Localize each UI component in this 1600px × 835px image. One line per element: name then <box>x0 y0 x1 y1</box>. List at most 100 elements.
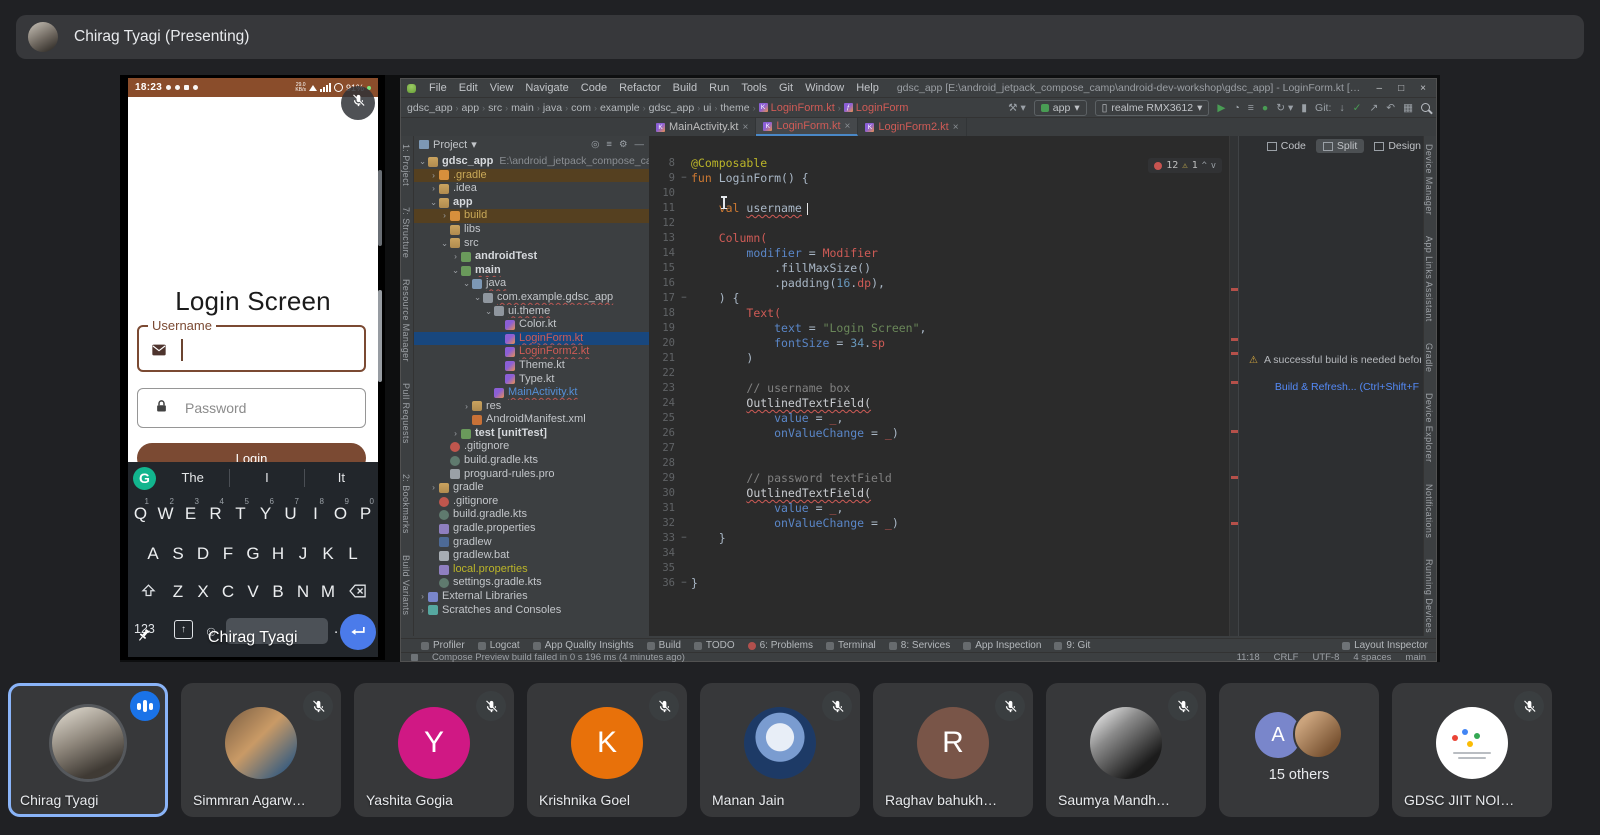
view-mode-button[interactable]: Design <box>1367 139 1428 153</box>
project-tree-item[interactable]: › test [unitTest] <box>414 427 649 441</box>
code-line[interactable]: 14 modifier = Modifier <box>649 246 1229 261</box>
view-mode-button[interactable]: Code <box>1260 139 1313 153</box>
tree-chevron-icon[interactable]: › <box>429 182 438 196</box>
code-line[interactable]: 24 OutlinedTextField( <box>649 396 1229 411</box>
next-error-icon[interactable]: v <box>1211 161 1216 171</box>
tree-chevron-icon[interactable]: › <box>429 481 438 495</box>
code-line[interactable]: 19 text = "Login Screen", <box>649 321 1229 336</box>
menu-item[interactable]: Code <box>575 82 613 94</box>
breadcrumb[interactable]: ui › <box>703 102 720 114</box>
project-tree-item[interactable]: local.properties <box>414 563 649 577</box>
keyboard-key[interactable]: L <box>341 536 366 570</box>
maximize-icon[interactable]: □ <box>1398 83 1404 94</box>
menu-item[interactable]: File <box>423 82 453 94</box>
username-field[interactable]: Username <box>137 318 366 372</box>
keyboard-key[interactable]: G <box>241 536 266 570</box>
tool-window-button[interactable]: Build <box>647 640 681 651</box>
code-editor[interactable]: 8 @Composable 9− fun LoginForm() {10 11 val … <box>649 136 1229 636</box>
project-panel-title[interactable]: Project <box>433 139 467 151</box>
code-line[interactable]: 28 <box>649 456 1229 471</box>
breadcrumb-file[interactable]: K LoginForm.kt <box>758 102 835 114</box>
keyboard-suggestion[interactable]: It <box>303 469 378 487</box>
expand-all-icon[interactable]: ≡ <box>606 139 612 150</box>
menu-item[interactable]: Refactor <box>613 82 667 94</box>
tab-close-icon[interactable]: × <box>845 121 851 132</box>
tree-chevron-icon[interactable]: › <box>451 427 460 441</box>
git-branch[interactable]: main <box>1405 652 1426 663</box>
menu-item[interactable]: Tools <box>735 82 773 94</box>
tool-window-button[interactable]: Device Explorer <box>1424 393 1434 463</box>
tree-chevron-icon[interactable]: ⌄ <box>451 264 460 278</box>
menu-item[interactable]: Help <box>850 82 885 94</box>
code-line[interactable]: 9− fun LoginForm() { <box>649 171 1229 186</box>
tree-chevron-icon[interactable]: ⌄ <box>484 305 493 319</box>
minimize-icon[interactable]: – <box>1377 83 1383 94</box>
project-tree-item[interactable]: settings.gradle.kts <box>414 576 649 590</box>
code-line[interactable]: 13 Column( <box>649 231 1229 246</box>
project-tree-item[interactable]: ⌄ main <box>414 264 649 278</box>
tool-window-button[interactable]: Build Variants <box>401 555 411 615</box>
project-tree-item[interactable]: › External Libraries <box>414 590 649 604</box>
profile-icon[interactable]: ◔ <box>1233 102 1239 114</box>
code-line[interactable]: 17− ) { <box>649 291 1229 306</box>
keyboard-key[interactable]: X <box>191 574 216 608</box>
project-tree-item[interactable]: Type.kt <box>414 373 649 387</box>
keyboard-key[interactable]: S <box>166 536 191 570</box>
project-tree-item[interactable]: build.gradle.kts <box>414 454 649 468</box>
keyboard-key[interactable]: 9O <box>328 496 353 530</box>
hide-panel-icon[interactable]: — <box>635 139 645 150</box>
tool-window-button[interactable]: Logcat <box>478 640 520 651</box>
build-hammer-icon[interactable]: ⚒ ▾ <box>1008 102 1026 114</box>
breadcrumb-symbol[interactable]: ƒ LoginForm <box>843 102 908 114</box>
caret-position[interactable]: 11:18 <box>1237 652 1260 663</box>
build-refresh-link[interactable]: Build & Refresh... (Ctrl+Shift+F <box>1275 381 1419 393</box>
keyboard-key[interactable]: F <box>216 536 241 570</box>
phone-scrollbar[interactable] <box>378 170 382 246</box>
indent-setting[interactable]: 4 spaces <box>1353 652 1391 663</box>
menu-item[interactable]: Edit <box>453 82 484 94</box>
tool-window-button[interactable]: TODO <box>694 640 735 651</box>
project-tree-item[interactable]: ⌄ gdsc_app E:\android_jetpack_compose_ca… <box>414 155 649 169</box>
tab-close-icon[interactable]: × <box>742 122 748 133</box>
editor-tab[interactable]: K MainActivity.kt × <box>649 118 757 136</box>
stop-icon[interactable]: ▮ <box>1301 102 1307 114</box>
breadcrumb[interactable]: src › <box>488 102 511 114</box>
tool-window-button[interactable]: App Inspection <box>963 640 1041 651</box>
keyboard-key[interactable]: J <box>291 536 316 570</box>
tool-window-button[interactable]: 2: Bookmarks <box>401 474 411 534</box>
shift-key[interactable] <box>133 574 163 608</box>
project-tree-item[interactable]: › gradle <box>414 481 649 495</box>
project-tree-item[interactable]: .gitignore <box>414 495 649 509</box>
layout-inspector-button[interactable]: Layout Inspector <box>1342 640 1436 651</box>
keyboard-suggestion[interactable]: I <box>229 469 303 487</box>
tool-window-button[interactable]: 8: Services <box>889 640 950 651</box>
menu-item[interactable]: View <box>484 82 520 94</box>
participant-tile[interactable]: A 15 others <box>1219 683 1379 817</box>
editor-tab[interactable]: K LoginForm2.kt × <box>858 118 967 136</box>
keyboard-key[interactable]: 0P <box>353 496 378 530</box>
tool-window-button[interactable]: Running Devices <box>1424 559 1434 633</box>
code-line[interactable]: 12 <box>649 216 1229 231</box>
enter-key[interactable] <box>340 614 376 650</box>
locate-icon[interactable]: ◎ <box>591 139 599 150</box>
keyboard-key[interactable]: H <box>266 536 291 570</box>
project-tree-item[interactable]: ⌄ app <box>414 196 649 210</box>
project-tree-item[interactable]: ⌄ src <box>414 237 649 251</box>
git-push-icon[interactable]: ↗ <box>1369 102 1378 114</box>
tool-window-button[interactable]: 6: Problems <box>748 640 813 651</box>
code-line[interactable]: 22 <box>649 366 1229 381</box>
code-line[interactable]: 21 ) <box>649 351 1229 366</box>
code-line[interactable]: 31 value = _, <box>649 501 1229 516</box>
project-tree-item[interactable]: LoginForm.kt <box>414 331 649 346</box>
run-button[interactable]: ▶ <box>1217 102 1225 114</box>
inspections-widget[interactable]: 12 ⚠ 1 ^ v <box>1148 158 1222 173</box>
sync-gradle-icon[interactable]: ↻ ▾ <box>1276 102 1293 114</box>
code-line[interactable]: 26 onValueChange = _) <box>649 426 1229 441</box>
breadcrumb[interactable]: example › <box>600 102 649 114</box>
device-manager-icon[interactable]: ▦ <box>1403 102 1413 114</box>
project-tree-item[interactable]: ⌄ ui.theme <box>414 305 649 319</box>
prev-error-icon[interactable]: ^ <box>1202 161 1207 171</box>
keyboard-key[interactable]: 4R <box>203 496 228 530</box>
keyboard-key[interactable]: 1Q <box>128 496 153 530</box>
project-tree-item[interactable]: › res <box>414 400 649 414</box>
